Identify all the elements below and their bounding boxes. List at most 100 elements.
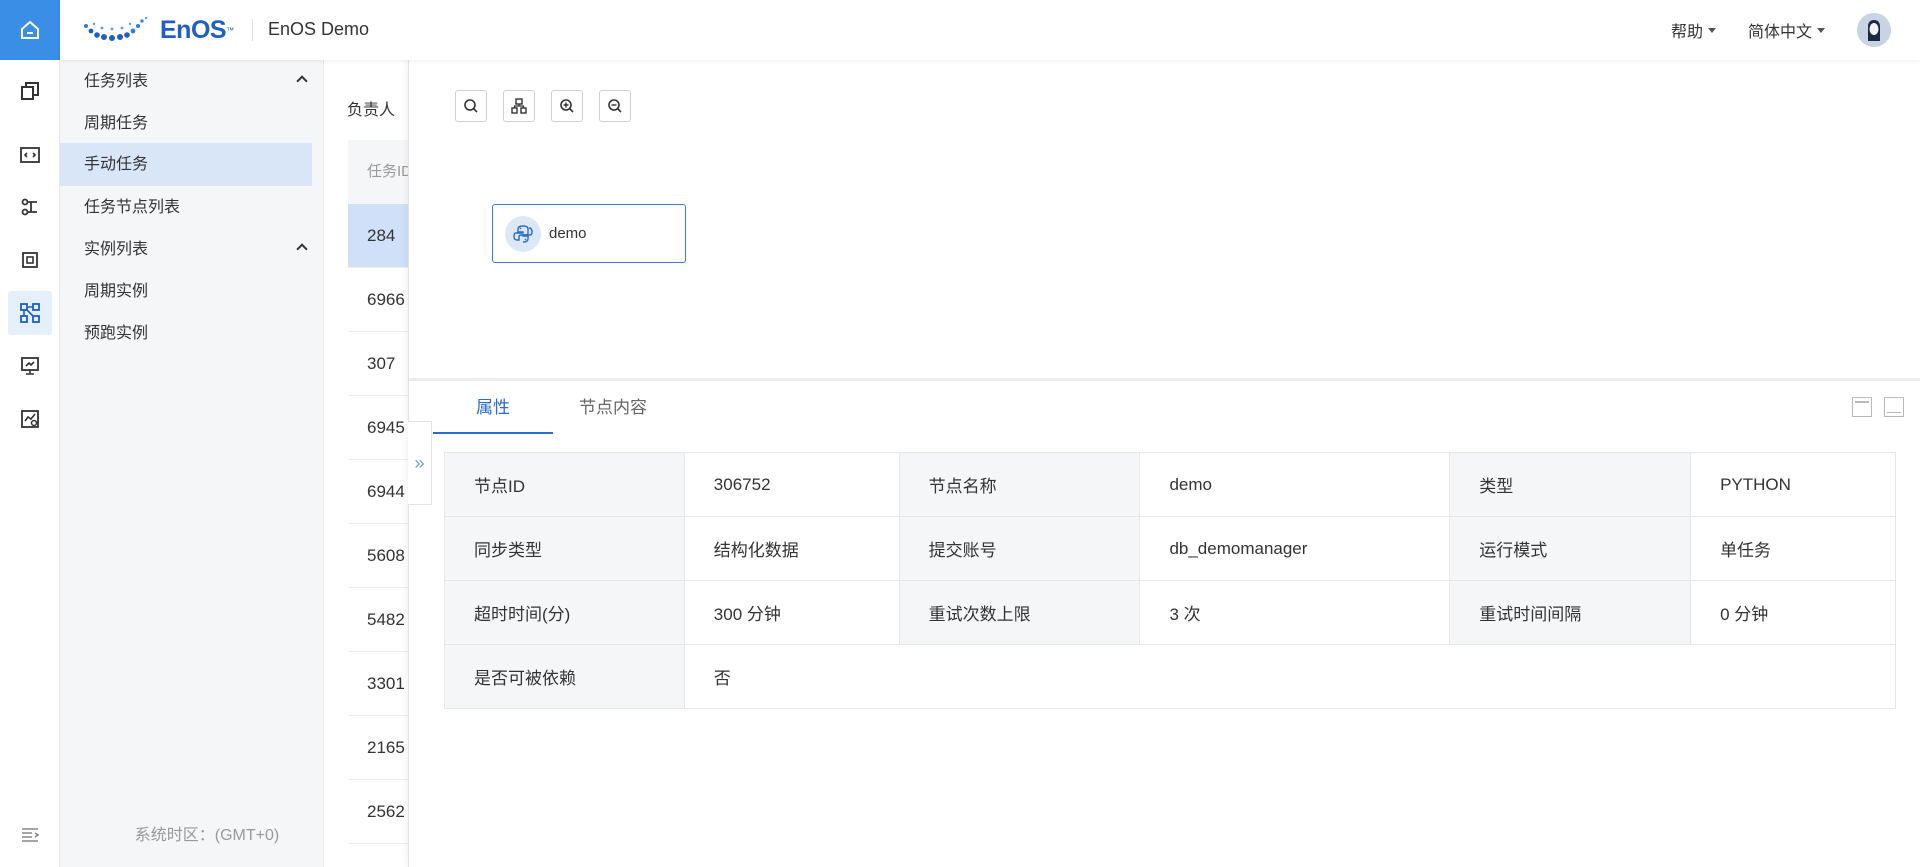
auto-layout-button[interactable] <box>503 90 535 122</box>
prop-value: db_demomanager <box>1139 516 1451 581</box>
dag-node-demo[interactable]: demo <box>492 204 686 263</box>
table-row[interactable]: 6944 <box>348 460 409 524</box>
user-avatar-icon <box>1857 13 1891 47</box>
sidebar-item-task-node-list[interactable]: 任务节点列表 <box>60 186 312 229</box>
sidebar-item-label: 手动任务 <box>84 156 149 173</box>
zoom-out-icon <box>608 99 622 113</box>
sidebar-item-label: 周期实例 <box>84 283 149 300</box>
sidebar-group-instance-list[interactable]: 实例列表 <box>60 228 312 271</box>
brand-name: EnOS <box>160 15 227 44</box>
chevron-up-icon <box>296 243 308 255</box>
prop-key: 重试时间间隔 <box>1449 580 1692 645</box>
rail-collapse[interactable] <box>8 813 52 857</box>
logo-dots-icon <box>82 16 154 44</box>
chevron-up-icon <box>296 75 308 87</box>
prop-key: 同步类型 <box>444 516 685 581</box>
node-properties-table: 节点ID 306752 节点名称 demo 类型 PYTHON 同步类型 结构化… <box>444 452 1897 709</box>
zoom-in-icon <box>560 99 574 113</box>
sidebar-group-label: 实例列表 <box>84 241 149 258</box>
sidebar-item-label: 任务节点列表 <box>84 199 181 216</box>
tab-attributes[interactable]: 属性 <box>433 381 553 434</box>
prop-key: 是否可被依赖 <box>444 644 685 709</box>
prop-key: 节点ID <box>444 452 685 517</box>
header-divider <box>252 19 253 41</box>
prop-value: PYTHON <box>1690 452 1896 517</box>
sidebar-item-label: 周期任务 <box>84 115 149 132</box>
table-row[interactable]: 284 <box>348 204 409 268</box>
table-row[interactable]: 3301 <box>348 652 409 716</box>
search-button[interactable] <box>455 90 487 122</box>
tree-icon <box>19 196 41 218</box>
prop-value: 300 分钟 <box>683 580 900 645</box>
language-menu[interactable]: 简体中文 <box>1748 18 1825 42</box>
table-row: 是否可被依赖 否 <box>444 644 1897 709</box>
caret-down-icon <box>1817 27 1825 33</box>
caret-down-icon <box>1707 27 1716 33</box>
rail-item-tree[interactable] <box>8 185 52 229</box>
sidebar-item-periodic-task[interactable]: 周期任务 <box>60 102 312 145</box>
prop-value: 结构化数据 <box>683 516 900 581</box>
top-header: EnOS ™ EnOS Demo 帮助 简体中文 <box>60 0 1920 60</box>
rail-item-monitor[interactable] <box>8 344 52 388</box>
prop-key: 运行模式 <box>1449 516 1692 581</box>
double-chevron-right-icon: » <box>414 452 425 473</box>
help-menu[interactable]: 帮助 <box>1671 18 1716 42</box>
prop-key: 提交账号 <box>898 516 1141 581</box>
rail-item-code[interactable] <box>8 133 52 177</box>
sidebar-group-label: 任务列表 <box>84 73 149 90</box>
menu-collapse-icon <box>19 824 41 846</box>
enos-logo[interactable]: EnOS ™ <box>82 16 234 44</box>
table-row[interactable]: 5482 <box>348 588 409 652</box>
canvas-toolbar <box>455 90 647 122</box>
table-row[interactable]: 6945 <box>348 396 409 460</box>
table-row[interactable]: 2562 <box>348 780 409 844</box>
zoom-out-button[interactable] <box>599 90 631 122</box>
code-icon <box>19 144 41 166</box>
secondary-sidebar: 任务列表 周期任务 手动任务 任务节点列表 实例列表 周期实例 预跑实例 系统时… <box>60 60 324 867</box>
table-row[interactable]: 307 <box>348 332 409 396</box>
prop-value: 306752 <box>683 452 900 517</box>
home-button[interactable] <box>0 0 60 60</box>
home-icon <box>19 19 41 41</box>
language-label: 简体中文 <box>1747 24 1812 41</box>
sidebar-item-prerun-instance[interactable]: 预跑实例 <box>60 312 312 355</box>
sidebar-item-label: 预跑实例 <box>84 325 149 342</box>
minimize-panel-icon[interactable] <box>1884 397 1904 417</box>
table-row[interactable]: 5608 <box>348 524 409 588</box>
sidebar-group-task-list[interactable]: 任务列表 <box>60 60 312 103</box>
icon-rail <box>0 0 60 867</box>
rail-item-copy[interactable] <box>8 69 52 113</box>
rail-item-analysis[interactable] <box>8 397 52 441</box>
system-timezone: 系统时区：(GMT+0) <box>134 827 280 844</box>
table-row: 同步类型 结构化数据 提交账号 db_demomanager 运行模式 单任务 <box>444 516 1896 581</box>
prop-value: demo <box>1139 452 1451 517</box>
owner-filter-label: 负责人 <box>347 102 396 119</box>
prop-value: 3 次 <box>1139 580 1451 645</box>
drawer-collapse-handle[interactable]: » <box>408 421 432 505</box>
zoom-in-button[interactable] <box>551 90 583 122</box>
task-list-pane: 负责人 任务ID 284 6966 307 6945 6944 5608 548… <box>324 60 409 867</box>
help-label: 帮助 <box>1670 24 1703 41</box>
rail-item-chip[interactable] <box>8 238 52 282</box>
detail-tabs: 属性 节点内容 <box>433 381 673 434</box>
sidebar-item-periodic-instance[interactable]: 周期实例 <box>60 270 312 313</box>
rail-item-workflow[interactable] <box>8 291 52 335</box>
layout-icon <box>511 98 527 114</box>
chip-icon <box>19 249 41 271</box>
tab-node-content[interactable]: 节点内容 <box>553 381 673 434</box>
table-row: 节点ID 306752 节点名称 demo 类型 PYTHON <box>444 452 1896 517</box>
avatar[interactable] <box>1857 13 1891 47</box>
prop-key: 超时时间(分) <box>444 580 685 645</box>
prop-value: 否 <box>683 644 1897 709</box>
node-label: demo <box>549 225 587 242</box>
prop-key: 节点名称 <box>898 452 1141 517</box>
table-row[interactable]: 6966 <box>348 268 409 332</box>
search-icon <box>464 99 478 113</box>
maximize-panel-icon[interactable] <box>1852 397 1872 417</box>
table-row[interactable]: 2165 <box>348 716 409 780</box>
task-detail-drawer: demo 属性 节点内容 » 节点ID 306752 节点名称 demo 类型 … <box>408 60 1920 867</box>
copy-icon <box>19 80 41 102</box>
prop-value: 0 分钟 <box>1690 580 1896 645</box>
sidebar-item-manual-task[interactable]: 手动任务 <box>60 143 312 186</box>
prop-key: 类型 <box>1449 452 1692 517</box>
